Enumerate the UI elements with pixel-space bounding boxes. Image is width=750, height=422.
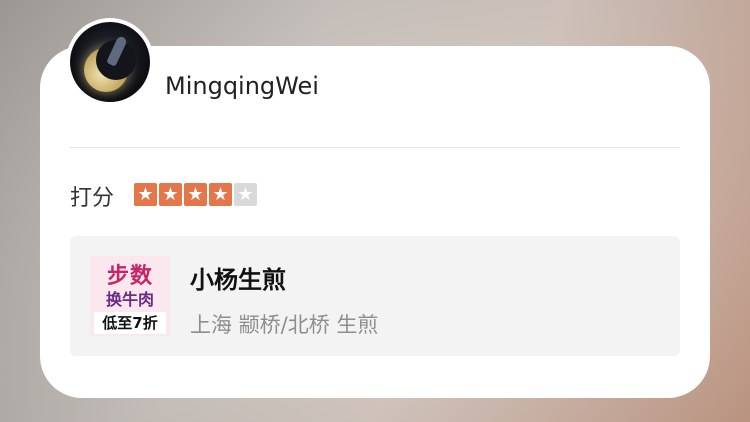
divider: [70, 147, 680, 148]
username[interactable]: MingqingWei: [165, 72, 319, 100]
user-avatar[interactable]: [66, 18, 154, 106]
star-icon: ★: [234, 183, 257, 206]
star-rating: ★ ★ ★ ★ ★: [134, 183, 257, 206]
star-icon: ★: [159, 183, 182, 206]
star-icon: ★: [209, 183, 232, 206]
thumbnail-discount: 低至7折: [94, 312, 166, 334]
shop-location-category: 上海 颛桥/北桥 生煎: [190, 313, 379, 337]
shop-thumbnail: 步数 换牛肉 低至7折: [90, 256, 170, 336]
shop-name: 小杨生煎: [190, 266, 286, 294]
star-icon: ★: [184, 183, 207, 206]
star-icon: ★: [134, 183, 157, 206]
shop-card[interactable]: 步数 换牛肉 低至7折 小杨生煎 上海 颛桥/北桥 生煎: [70, 236, 680, 356]
thumbnail-subline: 换牛肉: [105, 290, 154, 309]
rating-label: 打分: [70, 186, 115, 211]
avatar-image: [70, 22, 150, 102]
